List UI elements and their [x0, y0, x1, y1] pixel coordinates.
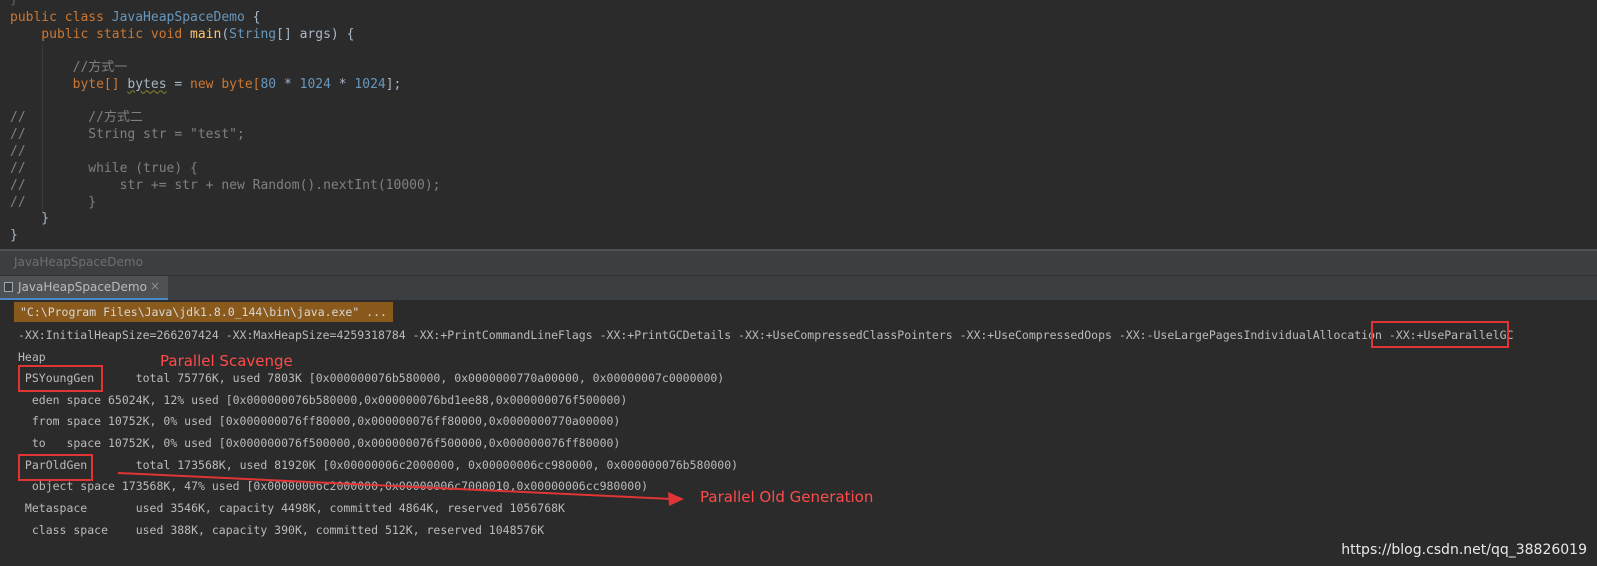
watermark-text: https://blog.csdn.net/qq_38826019 [1341, 542, 1587, 558]
annotation-arrow-line [117, 472, 673, 500]
annotation-arrow-head [668, 492, 684, 506]
annotation-arrow [117, 472, 684, 506]
